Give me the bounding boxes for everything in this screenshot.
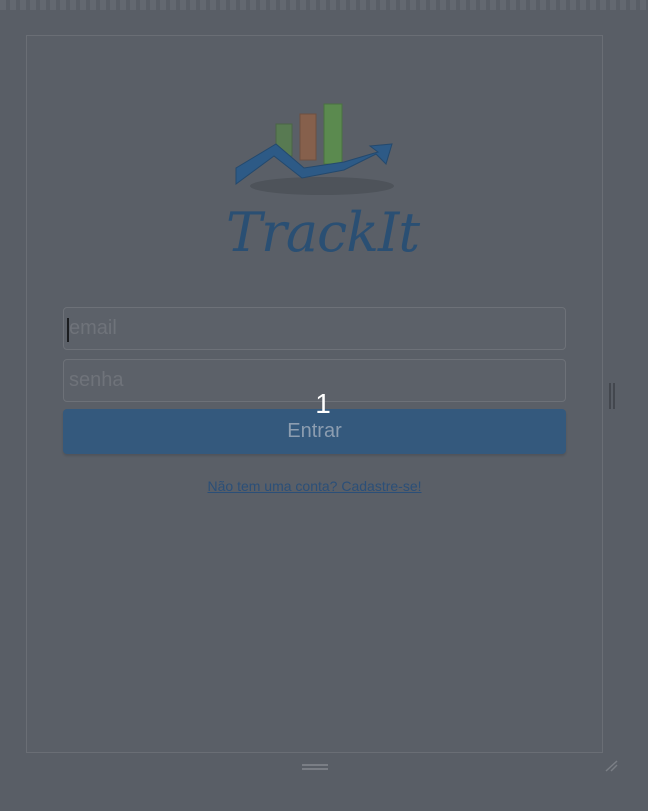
vertical-scroll-handle-icon[interactable] <box>609 383 615 409</box>
brand-title: TrackIt <box>226 201 420 264</box>
step-number-label: 1 <box>315 388 331 419</box>
drag-grip-icon[interactable] <box>302 764 328 770</box>
text-caret <box>67 318 69 342</box>
signup-link[interactable]: Não tem uma conta? Cadastre-se! <box>63 478 566 494</box>
email-field[interactable] <box>63 307 566 350</box>
top-dashed-border <box>0 0 648 10</box>
resize-corner-icon[interactable] <box>604 760 618 772</box>
screen-overlay: TrackIt Entrar 1 Não tem uma conta? Cada… <box>0 0 648 811</box>
email-input[interactable] <box>67 307 565 350</box>
